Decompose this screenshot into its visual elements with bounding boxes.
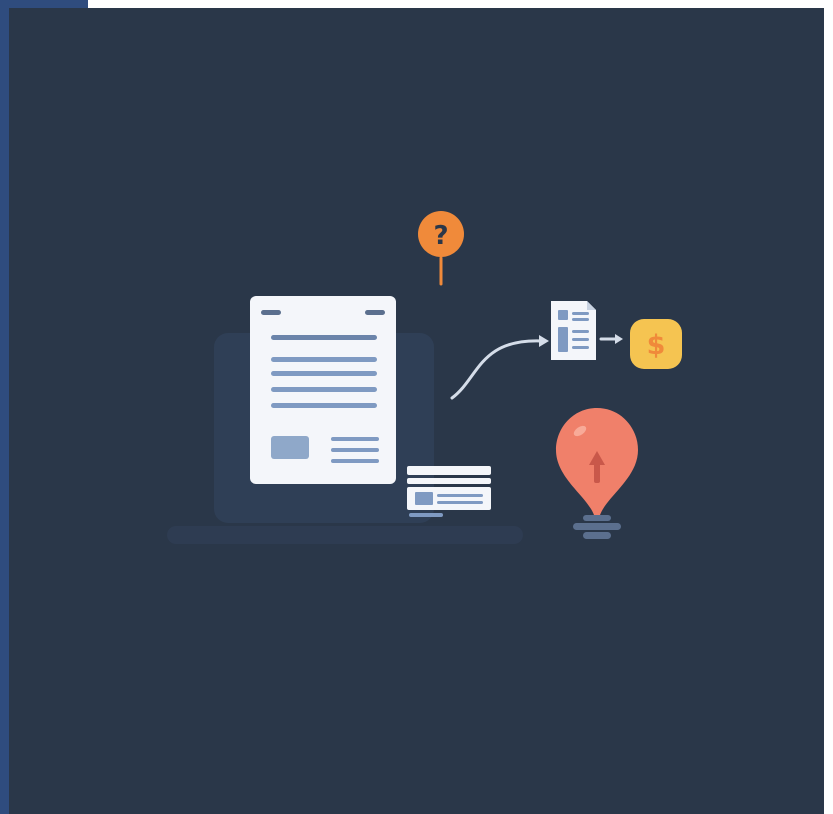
left-accent-strip <box>0 0 9 814</box>
arrow-right-icon <box>599 334 623 344</box>
dollar-symbol: $ <box>647 330 666 361</box>
screenshot-frame: ? $ <box>0 0 833 814</box>
dollar-coin-icon: $ <box>630 319 682 369</box>
top-accent-tab <box>9 0 88 8</box>
lightbulb-icon <box>556 408 638 539</box>
question-mark-icon: ? <box>418 211 464 286</box>
question-symbol: ? <box>433 221 448 251</box>
invoice-icon <box>551 301 596 360</box>
receipt-card-icon <box>407 466 491 517</box>
finance-illustration: ? $ <box>167 211 682 544</box>
document-icon <box>250 296 396 484</box>
flow-arrow-icon <box>450 335 549 400</box>
illustration-canvas: ? $ <box>9 8 824 814</box>
